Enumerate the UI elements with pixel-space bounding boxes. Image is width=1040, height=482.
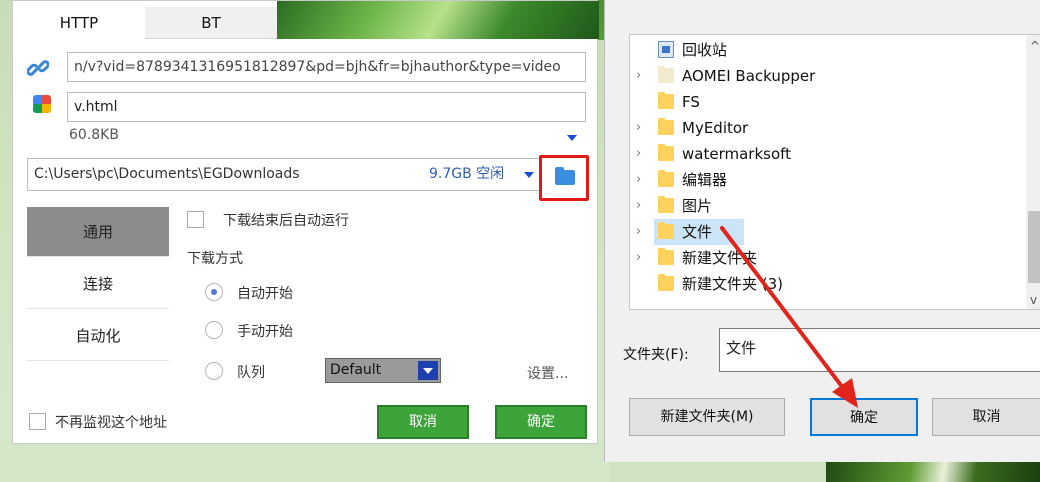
auto-run-label: 下载结束后自动运行 xyxy=(223,213,349,229)
tree-item[interactable]: 回收站 xyxy=(630,37,1026,63)
tree-item[interactable]: › 新建文件夹 xyxy=(630,245,1026,271)
settings-nav: 通用 连接 自动化 xyxy=(27,207,169,403)
tree-item-label: AOMEI Backupper xyxy=(682,67,816,85)
tree-item[interactable]: › AOMEI Backupper xyxy=(630,63,1026,89)
folder-icon xyxy=(658,222,674,239)
cancel-button[interactable]: 取消 xyxy=(377,405,469,439)
folder-field-label: 文件夹(F): xyxy=(623,347,689,363)
folder-icon xyxy=(658,170,674,187)
folder-icon xyxy=(658,196,674,213)
tree-item[interactable]: › 编辑器 xyxy=(630,167,1026,193)
radio-manual-start[interactable] xyxy=(205,321,223,339)
chevron-right-icon[interactable]: › xyxy=(636,141,646,167)
folder-icon xyxy=(555,167,575,185)
cancel-button[interactable]: 取消 xyxy=(932,398,1040,436)
tab-bt[interactable]: BT xyxy=(145,7,277,39)
no-monitor-checkbox[interactable] xyxy=(29,413,46,430)
wallpaper-strip xyxy=(0,440,610,482)
no-monitor-label: 不再监视这个地址 xyxy=(55,415,167,431)
download-dialog: HTTP BT n/v?vid=8789341316951812897&pd=b… xyxy=(12,0,599,444)
radio-queue[interactable] xyxy=(205,362,223,380)
tree-item[interactable]: › MyEditor xyxy=(630,115,1026,141)
tree-item-selected[interactable]: › 文件 xyxy=(636,219,744,245)
chevron-right-icon[interactable]: › xyxy=(636,219,646,245)
tab-bar: HTTP BT xyxy=(13,1,599,39)
tree-item[interactable]: › watermarksoft xyxy=(630,141,1026,167)
tree-item-label: 文件 xyxy=(682,223,713,241)
tree-scrollbar[interactable]: ^ v xyxy=(1026,35,1040,309)
link-icon xyxy=(27,60,49,76)
folder-icon xyxy=(658,274,674,291)
chevron-right-icon[interactable]: › xyxy=(636,115,646,141)
settings-link[interactable]: 设置... xyxy=(527,363,568,383)
tree-item-label: 图片 xyxy=(682,197,713,215)
nav-connection[interactable]: 连接 xyxy=(27,259,169,309)
folder-icon xyxy=(658,66,674,83)
tree-item[interactable]: › 图片 xyxy=(630,193,1026,219)
scroll-thumb[interactable] xyxy=(1028,211,1040,283)
tree-item-label: MyEditor xyxy=(682,119,749,137)
folder-tree[interactable]: 回收站 › AOMEI Backupper FS › MyEditor › wa… xyxy=(629,34,1040,310)
ok-button[interactable]: 确定 xyxy=(810,398,918,436)
tree-item-label: 新建文件夹 xyxy=(682,249,758,267)
radio-queue-label: 队列 xyxy=(237,365,265,381)
tree-item-label: 新建文件夹 (3) xyxy=(682,275,784,293)
folder-icon xyxy=(658,144,674,161)
ok-button[interactable]: 确定 xyxy=(495,405,587,439)
tree-item[interactable]: 新建文件夹 (3) xyxy=(630,271,1026,297)
tree-item-label: 回收站 xyxy=(682,41,728,59)
file-type-icon xyxy=(33,95,51,113)
url-field[interactable]: n/v?vid=8789341316951812897&pd=bjh&fr=bj… xyxy=(67,52,586,82)
tree-item[interactable]: FS xyxy=(630,89,1026,115)
chevron-down-icon[interactable] xyxy=(567,135,577,141)
radio-auto-start[interactable] xyxy=(205,283,223,301)
tree-item-label: 编辑器 xyxy=(682,171,728,189)
folder-icon xyxy=(658,92,674,109)
chevron-right-icon[interactable]: › xyxy=(636,63,646,89)
browse-folder-dialog: 回收站 › AOMEI Backupper FS › MyEditor › wa… xyxy=(604,0,1040,462)
queue-select[interactable]: Default xyxy=(325,358,441,383)
folder-icon xyxy=(658,118,674,135)
nav-general[interactable]: 通用 xyxy=(27,207,169,257)
chevron-right-icon[interactable]: › xyxy=(636,167,646,193)
free-space-label: 9.7GB 空闲 xyxy=(429,166,505,182)
browse-folder-button[interactable] xyxy=(539,155,589,201)
queue-select-value: Default xyxy=(330,362,382,378)
chevron-down-icon xyxy=(418,361,438,380)
chevron-right-icon[interactable]: › xyxy=(636,193,646,219)
new-folder-button[interactable]: 新建文件夹(M) xyxy=(629,398,785,436)
chevron-right-icon[interactable]: › xyxy=(636,245,646,271)
recycle-bin-icon xyxy=(658,41,674,58)
auto-run-checkbox[interactable] xyxy=(187,211,204,228)
folder-icon xyxy=(658,248,674,265)
download-method-label: 下载方式 xyxy=(187,251,243,267)
chevron-up-icon[interactable]: ^ xyxy=(1030,39,1040,53)
tab-bar-wallpaper xyxy=(277,1,599,39)
radio-manual-start-label: 手动开始 xyxy=(237,324,293,340)
filename-field[interactable]: v.html xyxy=(67,92,586,122)
file-size: 60.8KB xyxy=(69,127,119,143)
tree-item-label: watermarksoft xyxy=(682,145,792,163)
tab-http[interactable]: HTTP xyxy=(13,7,145,39)
radio-auto-start-label: 自动开始 xyxy=(237,286,293,302)
nav-automation[interactable]: 自动化 xyxy=(27,311,169,361)
chevron-down-icon[interactable]: v xyxy=(1030,293,1037,307)
folder-input[interactable]: 文件 xyxy=(719,328,1040,372)
path-dropdown-icon[interactable] xyxy=(524,172,534,178)
tree-item-label: FS xyxy=(682,93,700,111)
